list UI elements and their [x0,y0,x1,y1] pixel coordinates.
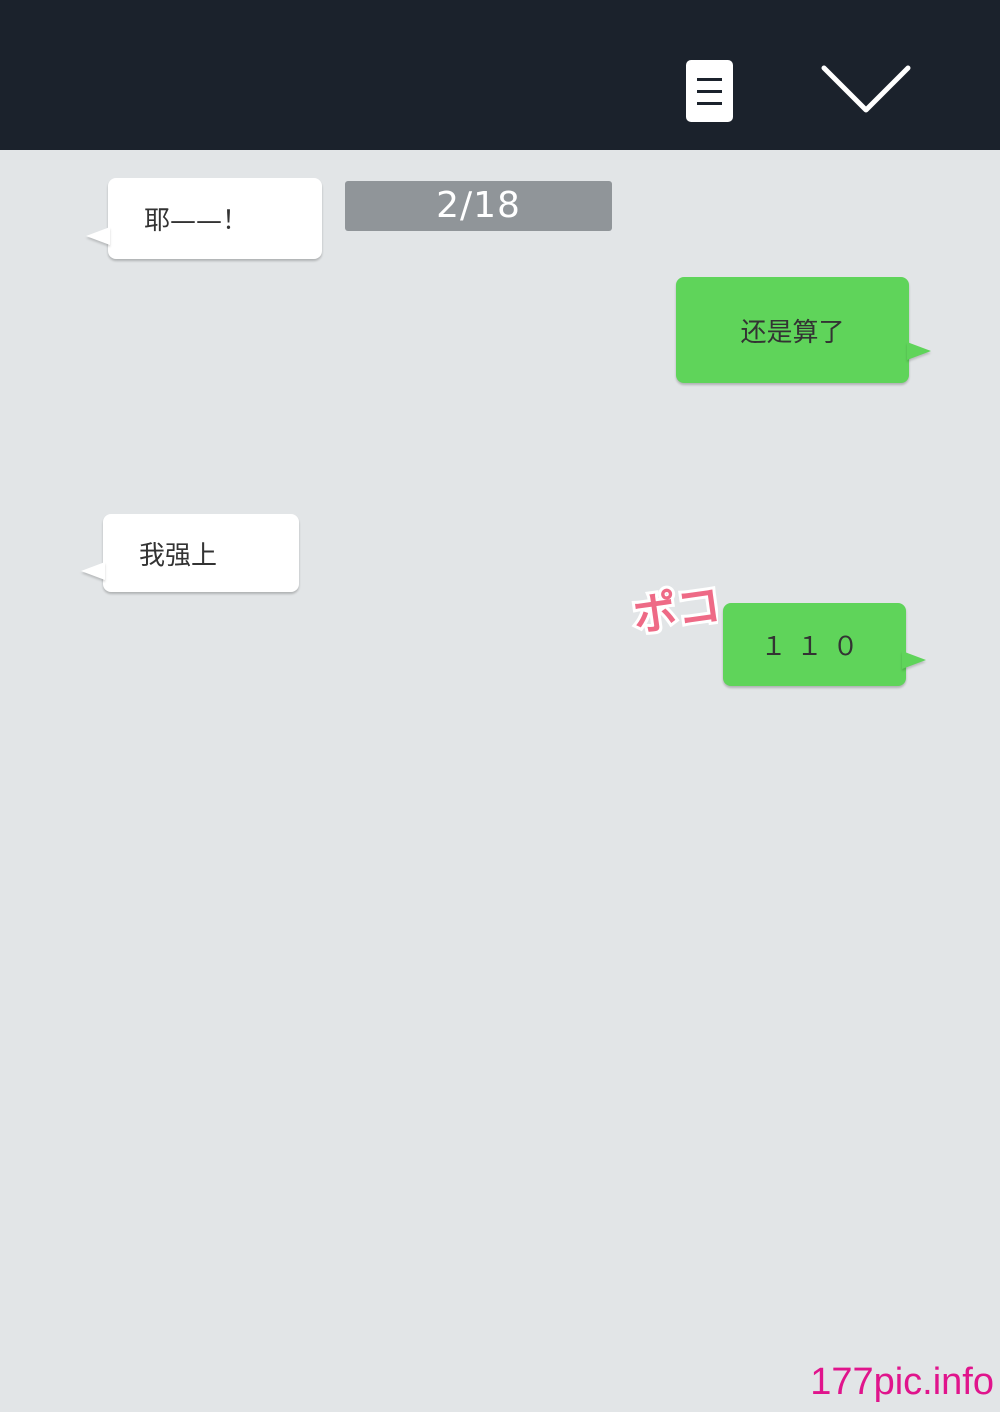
watermark: 177pic.info [810,1361,994,1403]
menu-line [697,78,722,81]
message-text: １１０ [760,632,869,662]
bubble-tail [902,651,926,669]
menu-line [697,102,722,105]
message-text: 还是算了 [740,317,845,348]
menu-document-icon[interactable] [686,60,733,122]
menu-line [697,90,722,93]
incoming-message-bubble: 我强上 [81,514,299,592]
sound-effect-text: ポコ [626,568,727,645]
chevron-down-icon[interactable] [818,58,914,118]
chat-screen: 2/18 耶——！ 还是算了 我强上 ポコ １１０ 177pic.info [0,0,1000,1412]
bubble-tail [81,562,105,580]
top-bar [0,0,1000,150]
message-text: 我强上 [139,540,218,571]
incoming-message-bubble: 耶——！ [86,178,322,259]
page-counter: 2/18 [345,181,612,231]
message-text: 耶——！ [144,206,249,236]
bubble-tail [907,342,931,360]
outgoing-message-bubble: １１０ [723,603,926,686]
bubble-tail [86,227,110,245]
outgoing-message-bubble: 还是算了 [676,277,931,383]
sound-effect-label: ポコ [630,579,718,640]
